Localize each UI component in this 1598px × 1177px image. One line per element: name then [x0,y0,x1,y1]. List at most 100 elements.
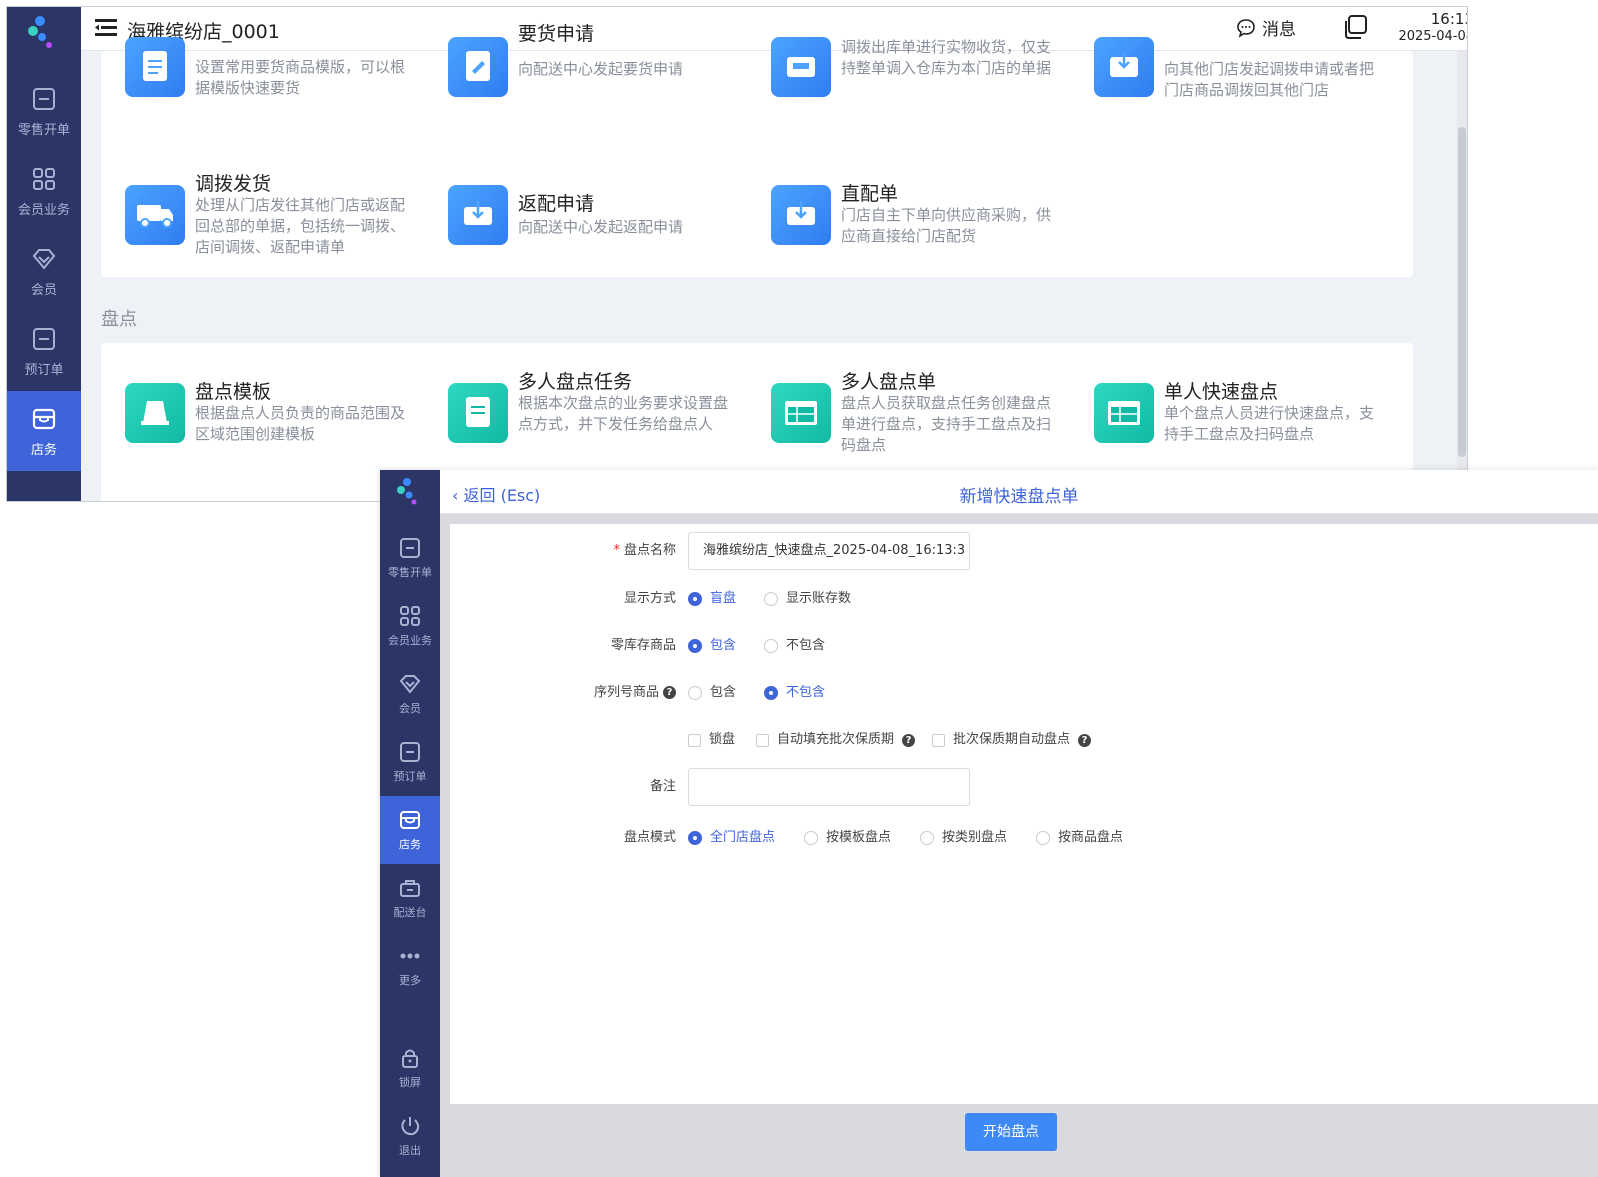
radio-show-stock[interactable]: 显示账存数 [764,584,851,614]
sidebar-item-member-business[interactable]: 会员业务 [380,592,440,660]
sidebar-item-retail[interactable]: 零售开单 [380,524,440,592]
tile-desc: 向配送中心发起返配申请 [518,218,684,236]
messages-button[interactable]: 消息 [1236,15,1296,40]
radio-mode-template[interactable]: 按模板盘点 [804,823,891,853]
sidebar-item-preorder[interactable]: 预订单 [380,728,440,796]
tile-desc: 单个盘点人员进行快速盘点，支持手工盘点及扫码盘点 [1164,404,1375,443]
chat-icon [1237,18,1255,38]
radio-mode-category[interactable]: 按类别盘点 [920,823,1007,853]
radio-dot [1036,831,1050,845]
help-icon[interactable]: ? [902,733,916,747]
clock-date: 2025-04-08 [1398,29,1468,44]
tile-desc: 调拨出库单进行实物收货，仅支持整单调入仓库为本门店的单据 [841,38,1052,77]
nav-label: 会员 [30,283,57,298]
radio-mode-all[interactable]: 全门店盘点 [688,823,775,853]
table-icon [771,383,831,443]
order-icon [33,88,55,110]
name-label: * 盘点名称 [510,536,676,566]
tile-desc: 处理从门店发往其他门店或返配回总部的单据，包括统一调拨、店间调拨、返配申请单 [195,196,406,256]
tile-title: 单人快速盘点 [1164,381,1279,403]
checkbox-auto-fill-batch[interactable]: 自动填充批次保质期? [756,725,916,755]
help-icon[interactable]: ? [1078,733,1092,747]
radio-dot [764,592,778,606]
option-label: 包含 [710,638,737,653]
sidebar-item-member[interactable]: 会员 [7,231,81,311]
sidebar-item-lock[interactable]: 锁屏 [380,1034,440,1102]
option-label: 批次保质期自动盘点 [953,732,1071,747]
direct-icon [771,185,831,245]
remark-label: 备注 [649,779,676,794]
checkbox-lock[interactable]: 锁盘 [688,725,735,755]
app-logo [380,470,440,518]
app-logo [7,7,81,63]
clock-time: 16:13 [1430,10,1467,28]
option-label: 盲盘 [710,591,737,606]
option-label: 自动填充批次保质期 [777,732,895,747]
radio-blind[interactable]: 盲盘 [688,584,736,614]
return-icon [448,185,508,245]
form-row-serial: 序列号商品? 包含 不包含 [450,678,1598,708]
truck-icon [125,185,185,245]
menu-icon[interactable] [93,17,119,39]
sidebar-item-retail[interactable]: 零售开单 [7,71,81,151]
store-icon [400,811,420,829]
tile-title: 直配单 [841,183,899,205]
grid-icon [400,606,420,626]
nav-label: 店务 [399,838,421,851]
stack-icon [125,383,185,443]
tile-desc: 设置常用要货商品模版，可以根据模版快速要货 [195,58,406,97]
form-row-mode: 盘点模式 全门店盘点 按模板盘点 按类别盘点 按商品盘点 [450,823,1598,853]
option-label: 不包含 [786,638,826,653]
sidebar-item-store-affairs[interactable]: 店务 [7,391,81,471]
option-label: 按商品盘点 [1058,830,1124,845]
tile-desc: 向其他门店发起调拨申请或者把门店商品调拨回其他门店 [1164,60,1375,99]
order-icon [400,742,420,762]
sidebar-item-preorder[interactable]: 预订单 [7,311,81,391]
document-icon [448,383,508,443]
radio-zero-include[interactable]: 包含 [688,631,736,661]
delivery-desk-icon [400,880,420,897]
inventory-name-input[interactable]: 海雅缤纷店_快速盘点_2025-04-08_16:13:3 [688,532,970,570]
sidebar-item-member[interactable]: 会员 [380,660,440,728]
form-row-display: 显示方式 盲盘 显示账存数 [450,584,1598,614]
distribution-card: 设置常用要货商品模版，可以根据模版快速要货 要货申请 向配送中心发起要货申请 调… [101,23,1413,277]
radio-dot [920,831,934,845]
window-icon[interactable] [1341,13,1369,41]
nav-label: 会员 [399,702,421,715]
nav-label: 更多 [399,974,421,987]
option-label: 显示账存数 [786,591,852,606]
tile-title: 返配申请 [518,193,595,215]
help-icon[interactable]: ? [663,686,676,699]
form-row-zero-stock: 零库存商品 包含 不包含 [450,631,1598,661]
apply-icon [448,37,508,97]
tile-title: 盘点模板 [195,381,272,403]
order-icon [400,538,420,558]
scrollbar-thumb[interactable] [1458,127,1466,457]
radio-zero-exclude[interactable]: 不包含 [764,631,825,661]
zero-stock-label: 零库存商品 [610,638,676,653]
nav-label: 预订单 [24,363,64,378]
diamond-icon [32,249,56,270]
checkbox-batch-auto-count[interactable]: 批次保质期自动盘点? [932,725,1092,755]
option-label: 全门店盘点 [710,830,776,845]
sidebar-item-store-affairs[interactable]: 店务 [380,796,440,864]
radio-serial-exclude[interactable]: 不包含 [764,678,825,708]
nav-label: 配送台 [393,906,427,919]
sidebar-item-more[interactable]: 更多 [380,932,440,1000]
remark-input[interactable] [688,768,970,806]
radio-dot [688,639,702,653]
sidebar-item-member-business[interactable]: 会员业务 [7,151,81,231]
form-row-options: 锁盘 自动填充批次保质期? 批次保质期自动盘点? [450,725,1598,755]
checkbox-box [756,733,769,747]
diamond-icon [399,675,421,694]
nav-label: 店务 [30,443,57,458]
sidebar-item-delivery[interactable]: 配送台 [380,864,440,932]
start-inventory-button[interactable]: 开始盘点 [965,1113,1057,1151]
nav-label: 零售开单 [388,566,432,579]
sidebar-item-logout[interactable]: 退出 [380,1102,440,1170]
dialog-topbar: ‹ 返回 (Esc) 新增快速盘点单 [440,470,1598,514]
transfer-icon [1094,37,1154,97]
option-label: 按模板盘点 [826,830,892,845]
radio-serial-include[interactable]: 包含 [688,678,736,708]
radio-mode-product[interactable]: 按商品盘点 [1036,823,1123,853]
